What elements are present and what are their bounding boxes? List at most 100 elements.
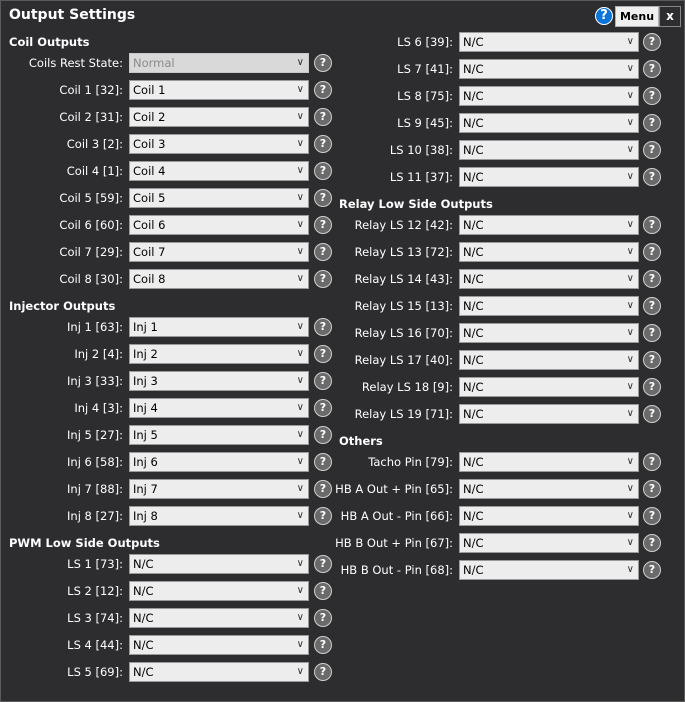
output-select[interactable]: N/C ∨ bbox=[459, 533, 639, 553]
output-select[interactable]: Coil 2 ∨ bbox=[129, 107, 309, 127]
field-label: HB A Out - Pin [66]: bbox=[340, 509, 453, 523]
output-select[interactable]: Coil 4 ∨ bbox=[129, 161, 309, 181]
output-select[interactable]: N/C ∨ bbox=[459, 140, 639, 160]
output-select[interactable]: N/C ∨ bbox=[459, 167, 639, 187]
output-select[interactable]: Inj 5 ∨ bbox=[129, 425, 309, 445]
chevron-down-icon: ∨ bbox=[296, 558, 304, 569]
help-circle-icon[interactable]: ? bbox=[314, 399, 332, 417]
output-select[interactable]: N/C ∨ bbox=[459, 323, 639, 343]
help-circle-icon[interactable]: ? bbox=[643, 534, 661, 552]
help-circle-icon[interactable]: ? bbox=[314, 108, 332, 126]
output-select[interactable]: N/C ∨ bbox=[129, 554, 309, 574]
output-select[interactable]: Inj 1 ∨ bbox=[129, 317, 309, 337]
help-circle-icon[interactable]: ? bbox=[314, 243, 332, 261]
output-select[interactable]: N/C ∨ bbox=[459, 296, 639, 316]
output-select[interactable]: N/C ∨ bbox=[459, 32, 639, 52]
output-select[interactable]: Inj 7 ∨ bbox=[129, 479, 309, 499]
help-circle-icon[interactable]: ? bbox=[643, 561, 661, 579]
output-select[interactable]: N/C ∨ bbox=[129, 608, 309, 628]
chevron-down-icon: ∨ bbox=[296, 192, 304, 203]
select-value: Coil 6 bbox=[133, 218, 166, 232]
help-circle-icon[interactable]: ? bbox=[643, 243, 661, 261]
help-circle-icon[interactable]: ? bbox=[314, 609, 332, 627]
help-circle-icon[interactable]: ? bbox=[314, 54, 332, 72]
chevron-down-icon: ∨ bbox=[626, 381, 634, 392]
output-select[interactable]: Coil 7 ∨ bbox=[129, 242, 309, 262]
select-value: Inj 3 bbox=[133, 374, 158, 388]
help-circle-icon[interactable]: ? bbox=[314, 663, 332, 681]
output-select[interactable]: N/C ∨ bbox=[459, 350, 639, 370]
field-label: Relay LS 17 [40]: bbox=[354, 353, 453, 367]
help-circle-icon[interactable]: ? bbox=[314, 507, 332, 525]
output-select[interactable]: N/C ∨ bbox=[459, 269, 639, 289]
output-select[interactable]: Coil 3 ∨ bbox=[129, 134, 309, 154]
field-label: Tacho Pin [79]: bbox=[368, 455, 453, 469]
output-select[interactable]: N/C ∨ bbox=[459, 479, 639, 499]
output-select[interactable]: N/C ∨ bbox=[459, 86, 639, 106]
output-select[interactable]: N/C ∨ bbox=[459, 404, 639, 424]
help-circle-icon[interactable]: ? bbox=[643, 168, 661, 186]
help-circle-icon[interactable]: ? bbox=[314, 555, 332, 573]
output-select[interactable]: N/C ∨ bbox=[129, 581, 309, 601]
help-circle-icon[interactable]: ? bbox=[314, 216, 332, 234]
help-circle-icon[interactable]: ? bbox=[314, 270, 332, 288]
select-value: N/C bbox=[463, 509, 484, 523]
field-label: Coil 5 [59]: bbox=[59, 191, 123, 205]
help-circle-icon[interactable]: ? bbox=[643, 60, 661, 78]
help-circle-icon[interactable]: ? bbox=[314, 582, 332, 600]
output-select[interactable]: N/C ∨ bbox=[459, 560, 639, 580]
help-circle-icon[interactable]: ? bbox=[643, 270, 661, 288]
output-select[interactable]: N/C ∨ bbox=[129, 635, 309, 655]
output-select[interactable]: N/C ∨ bbox=[459, 215, 639, 235]
help-circle-icon[interactable]: ? bbox=[643, 87, 661, 105]
help-circle-icon[interactable]: ? bbox=[314, 426, 332, 444]
output-select[interactable]: Coil 1 ∨ bbox=[129, 80, 309, 100]
help-circle-icon[interactable]: ? bbox=[643, 297, 661, 315]
field-label: Coil 1 [32]: bbox=[59, 83, 123, 97]
help-circle-icon[interactable]: ? bbox=[314, 453, 332, 471]
output-select[interactable]: N/C ∨ bbox=[459, 377, 639, 397]
help-circle-icon[interactable]: ? bbox=[314, 345, 332, 363]
help-circle-icon[interactable]: ? bbox=[643, 405, 661, 423]
help-circle-icon[interactable]: ? bbox=[643, 453, 661, 471]
help-circle-icon[interactable]: ? bbox=[643, 507, 661, 525]
select-value: Inj 4 bbox=[133, 401, 158, 415]
help-circle-icon[interactable]: ? bbox=[643, 324, 661, 342]
help-circle-icon[interactable]: ? bbox=[314, 318, 332, 336]
output-select[interactable]: Inj 4 ∨ bbox=[129, 398, 309, 418]
help-circle-icon[interactable]: ? bbox=[314, 372, 332, 390]
output-select[interactable]: Coil 8 ∨ bbox=[129, 269, 309, 289]
help-circle-icon[interactable]: ? bbox=[643, 351, 661, 369]
help-circle-icon[interactable]: ? bbox=[643, 33, 661, 51]
chevron-down-icon: ∨ bbox=[626, 246, 634, 257]
select-value: N/C bbox=[463, 536, 484, 550]
close-button[interactable]: x bbox=[659, 6, 681, 27]
output-select[interactable]: N/C ∨ bbox=[459, 506, 639, 526]
output-select[interactable]: Coil 5 ∨ bbox=[129, 188, 309, 208]
field-label: Coil 3 [2]: bbox=[66, 137, 123, 151]
help-circle-icon[interactable]: ? bbox=[643, 216, 661, 234]
help-circle-icon[interactable]: ? bbox=[314, 81, 332, 99]
help-circle-icon[interactable]: ? bbox=[643, 378, 661, 396]
help-circle-icon[interactable]: ? bbox=[643, 114, 661, 132]
help-circle-icon[interactable]: ? bbox=[643, 141, 661, 159]
menu-button[interactable]: Menu bbox=[615, 6, 659, 27]
output-select[interactable]: Inj 6 ∨ bbox=[129, 452, 309, 472]
window-help-icon[interactable]: ? bbox=[595, 7, 613, 25]
help-circle-icon[interactable]: ? bbox=[314, 480, 332, 498]
output-select[interactable]: N/C ∨ bbox=[459, 452, 639, 472]
output-select[interactable]: Inj 8 ∨ bbox=[129, 506, 309, 526]
output-select[interactable]: Inj 3 ∨ bbox=[129, 371, 309, 391]
output-select[interactable]: N/C ∨ bbox=[459, 113, 639, 133]
output-select[interactable]: Inj 2 ∨ bbox=[129, 344, 309, 364]
output-select[interactable]: N/C ∨ bbox=[459, 242, 639, 262]
output-select[interactable]: N/C ∨ bbox=[129, 662, 309, 682]
output-select[interactable]: N/C ∨ bbox=[459, 59, 639, 79]
help-circle-icon[interactable]: ? bbox=[314, 636, 332, 654]
field-label: HB A Out + Pin [65]: bbox=[335, 482, 453, 496]
help-circle-icon[interactable]: ? bbox=[314, 135, 332, 153]
help-circle-icon[interactable]: ? bbox=[643, 480, 661, 498]
output-select[interactable]: Coil 6 ∨ bbox=[129, 215, 309, 235]
help-circle-icon[interactable]: ? bbox=[314, 162, 332, 180]
help-circle-icon[interactable]: ? bbox=[314, 189, 332, 207]
